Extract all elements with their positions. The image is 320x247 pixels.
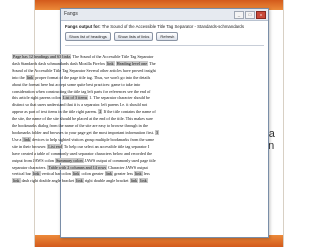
window-title: Fangs bbox=[64, 11, 78, 17]
show-links-button[interactable]: Show lists of links bbox=[113, 32, 154, 41]
output-text: JAWS output of commonly used page title bbox=[83, 157, 156, 163]
output-text: devices to help sighted visitors group m… bbox=[30, 136, 155, 142]
output-line: output from JAWS colon Summary colon JAW… bbox=[12, 157, 197, 165]
output-text: less bbox=[142, 171, 150, 177]
output-line: site in their browser. List end To help … bbox=[12, 143, 197, 151]
output-text: appear as part of text items in the titl… bbox=[12, 109, 99, 115]
output-text: vertical bar bbox=[12, 171, 32, 177]
minimize-button[interactable]: _ bbox=[234, 11, 244, 19]
output-line: bookmarks folder and browses to your pag… bbox=[12, 129, 197, 137]
element-tag: link bbox=[104, 171, 114, 177]
output-text: this article right parens colon bbox=[12, 95, 62, 101]
output-line: separator characters. Table with 2 colum… bbox=[12, 164, 197, 172]
output-line: vertical bar link vertical bar colon lin… bbox=[12, 171, 197, 178]
element-tag: Table with 2 columns and 14 rows bbox=[47, 164, 108, 170]
element-tag: link bbox=[139, 178, 148, 184]
element-tag: List end bbox=[47, 143, 63, 149]
output-text: Use a bbox=[12, 136, 23, 142]
element-tag: link bbox=[134, 171, 143, 177]
output-line: into the link proper format of the page … bbox=[12, 74, 197, 82]
output-text: site in their browser. bbox=[12, 143, 48, 149]
element-tag: link bbox=[12, 178, 21, 184]
output-text: The bbox=[148, 60, 156, 66]
close-button[interactable]: x bbox=[256, 11, 266, 19]
output-text: consideration when constructing the titl… bbox=[12, 88, 151, 94]
output-text: proper format of the page title tag. Thu… bbox=[34, 74, 151, 80]
output-text: colon greater bbox=[80, 171, 105, 177]
output-heading: Fangs output for: The Sound of the Acces… bbox=[65, 24, 264, 29]
output-line: the site, the name of the site should be… bbox=[12, 116, 197, 123]
output-line: about the format here but accept some qu… bbox=[12, 82, 197, 89]
output-text: The Sound of the Accessible Title Tag Se… bbox=[71, 54, 154, 59]
output-line: Page has 12 headings and 63 links The So… bbox=[12, 54, 197, 61]
element-tag: link bbox=[75, 178, 84, 184]
output-text: greater less bbox=[113, 171, 135, 177]
output-text: distinct so that users understand that i… bbox=[12, 102, 148, 108]
output-line: consideration when constructing the titl… bbox=[12, 89, 197, 96]
toolbar-divider bbox=[65, 45, 264, 46]
toolbar-buttons: Show list of headings Show lists of link… bbox=[65, 32, 264, 41]
element-tag: link bbox=[129, 178, 139, 184]
element-tag: link bbox=[22, 136, 31, 142]
element-tag: link bbox=[32, 171, 41, 177]
output-text: vertical bar colon bbox=[40, 171, 72, 177]
output-text: dash Standards dash schmandards dash Moz… bbox=[12, 60, 107, 66]
output-text: the bookmarks dialog from the name of th… bbox=[12, 123, 148, 129]
output-text: 1. The separator character should be bbox=[88, 95, 150, 101]
output-text: output from JAWS colon bbox=[12, 157, 55, 163]
output-page-title: The Sound of the Accessible Title Tag Se… bbox=[101, 24, 244, 29]
element-tag: Heading level one bbox=[115, 60, 149, 66]
output-line: have created a table of commonly used se… bbox=[12, 151, 197, 158]
show-headings-button[interactable]: Show list of headings bbox=[65, 32, 111, 41]
window-titlebar[interactable]: Fangs _ □ x bbox=[61, 9, 268, 21]
element-tag: link bbox=[25, 74, 35, 80]
maximize-button[interactable]: □ bbox=[245, 11, 255, 19]
output-text: have created a table of commonly used se… bbox=[12, 150, 152, 156]
output-text: Character JAWS output bbox=[107, 164, 148, 170]
output-text: dash right double angle bracket bbox=[20, 178, 76, 184]
output-text: separator characters. bbox=[12, 164, 48, 170]
screen-reader-output: Page has 12 headings and 63 links The So… bbox=[12, 54, 197, 185]
output-line: dash Standards dash schmandards dash Moz… bbox=[12, 60, 197, 68]
element-tag: Page has 12 headings and 63 links bbox=[12, 54, 72, 59]
element-tag: link bbox=[106, 60, 115, 66]
output-line: distinct so that users understand that i… bbox=[12, 102, 197, 109]
output-text: bookmarks folder and browses to your pag… bbox=[12, 129, 156, 135]
output-line: this article right parens colon List of … bbox=[12, 95, 197, 102]
output-line: Use a link devices to help sighted visit… bbox=[12, 136, 197, 144]
output-text: about the format here but accept some qu… bbox=[12, 81, 141, 87]
output-text: right double angle bracket bbox=[83, 178, 130, 184]
element-tag: List of 3 items bbox=[61, 95, 89, 101]
element-tag: Summary colon bbox=[54, 157, 84, 163]
window-controls: _ □ x bbox=[234, 11, 266, 19]
output-text: To help our select an accessible title t… bbox=[62, 143, 150, 149]
output-line: Sound of the Accessible Title Tag Separa… bbox=[12, 68, 197, 75]
fangs-toolbar: Fangs output for: The Sound of the Acces… bbox=[61, 21, 268, 43]
output-line: the bookmarks dialog from the name of th… bbox=[12, 123, 197, 130]
output-line: appear as part of text items in the titl… bbox=[12, 109, 197, 116]
output-text: the site, the name of the site should be… bbox=[12, 116, 153, 122]
refresh-button[interactable]: Refresh bbox=[156, 32, 179, 41]
output-text: Sound of the Accessible Title Tag Separa… bbox=[12, 67, 156, 73]
element-tag: 3 bbox=[155, 129, 160, 135]
output-text: If the title contains the name of bbox=[102, 109, 156, 115]
output-label: Fangs output for: bbox=[65, 24, 101, 29]
output-line: link dash right double angle bracket lin… bbox=[12, 178, 197, 185]
output-text: into the bbox=[12, 74, 26, 80]
